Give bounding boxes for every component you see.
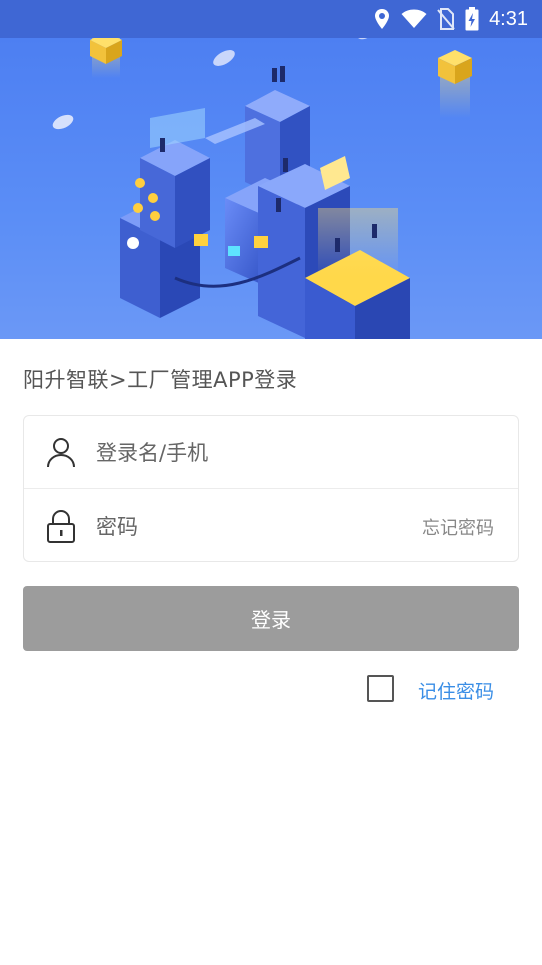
location-icon — [375, 9, 390, 29]
username-input[interactable] — [96, 416, 396, 489]
forgot-password-link[interactable]: 忘记密码 — [422, 514, 494, 540]
no-sim-icon — [437, 8, 455, 30]
login-button[interactable]: 登录 — [23, 586, 519, 651]
login-screen: 4:31 阳升智联>工厂管理APP登录 登录名/手机 忘记密码 登录 记住密码 — [0, 0, 542, 965]
battery-charging-icon — [465, 7, 479, 31]
username-row — [24, 416, 518, 489]
password-row: 忘记密码 — [24, 490, 518, 563]
user-icon — [47, 438, 75, 468]
status-bar: 4:31 — [0, 0, 542, 38]
page-title: 阳升智联>工厂管理APP登录 — [23, 368, 298, 392]
remember-password-checkbox[interactable] — [367, 675, 394, 702]
isometric-data-center-illustration — [52, 38, 472, 339]
status-time: 4:31 — [489, 7, 528, 30]
password-input[interactable] — [96, 490, 396, 563]
wifi-icon — [401, 9, 427, 28]
login-card: 忘记密码 — [23, 415, 519, 563]
remember-password-label[interactable]: 记住密码 — [418, 677, 494, 704]
lock-icon — [47, 510, 75, 543]
banner — [0, 38, 542, 339]
